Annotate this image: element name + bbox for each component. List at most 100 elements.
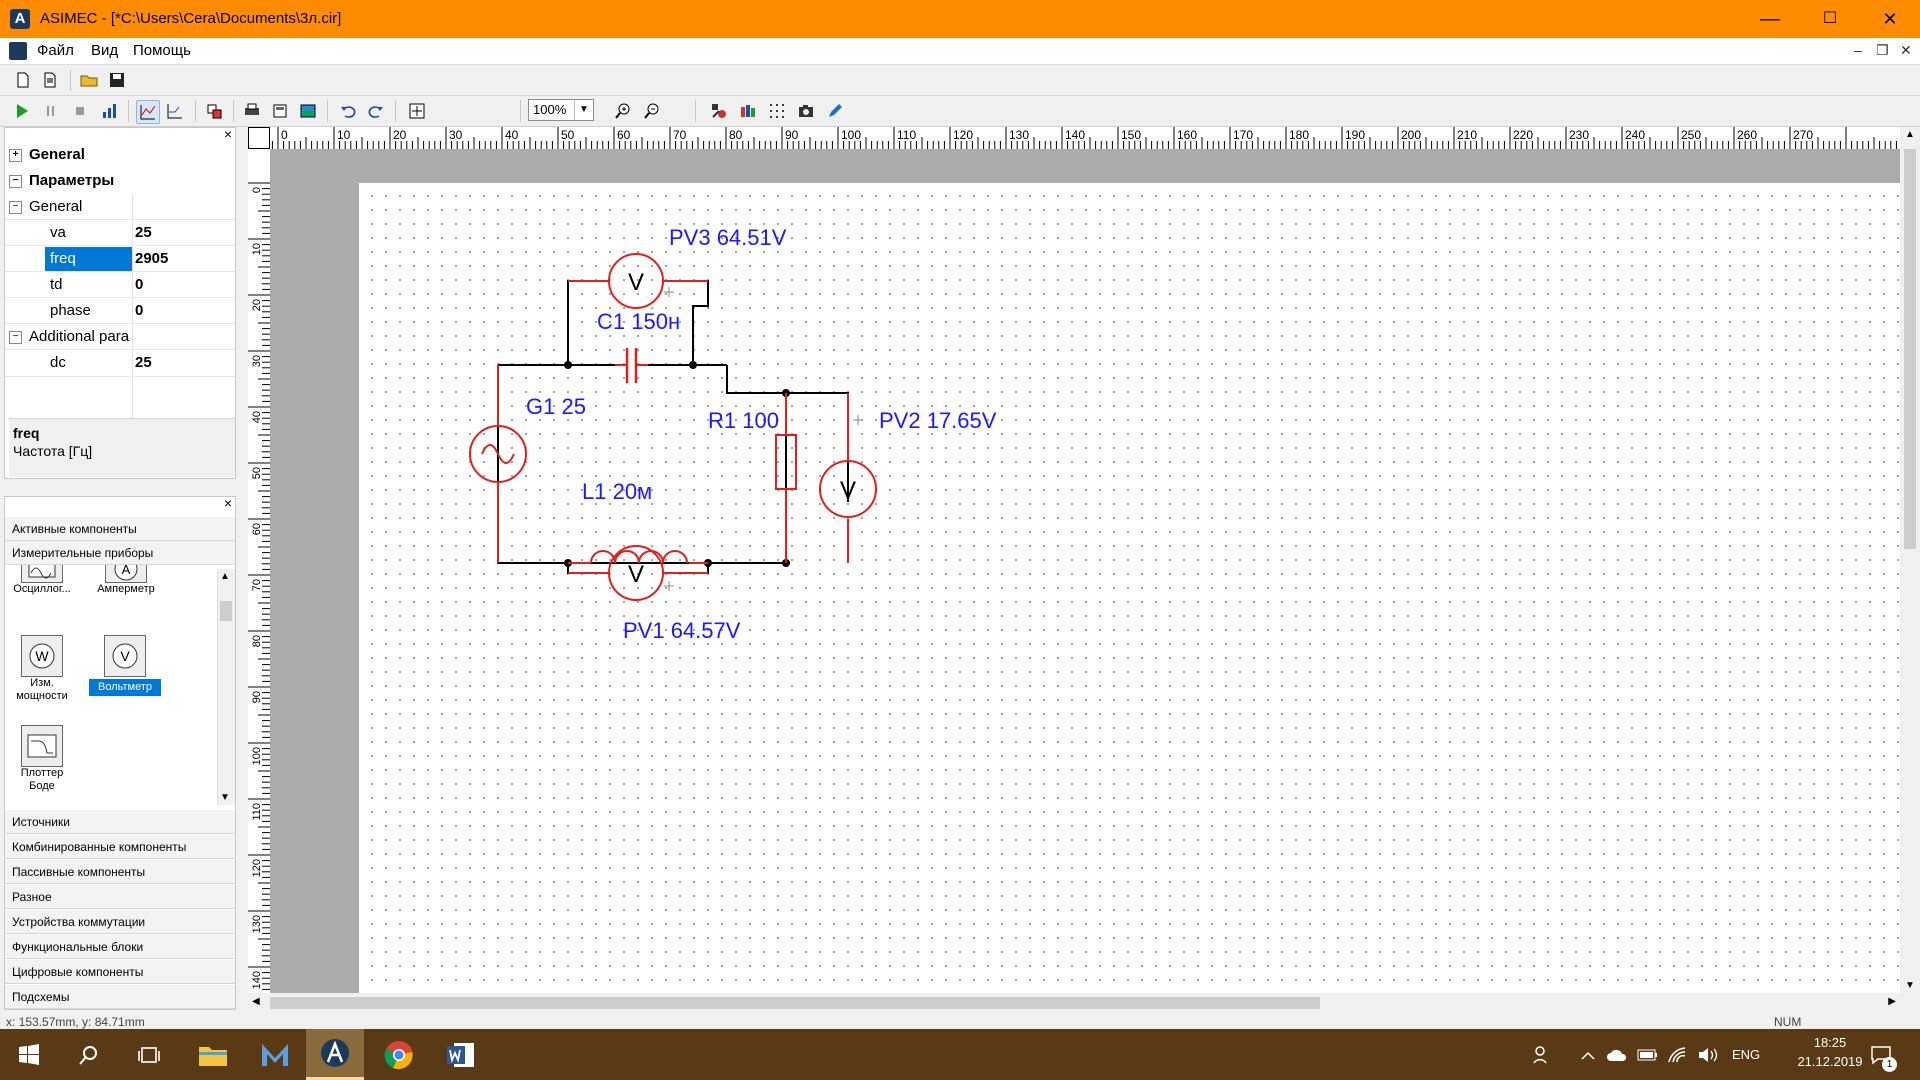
- menu-file[interactable]: Файл: [37, 42, 74, 59]
- scroll-down-icon[interactable]: ▼: [1905, 980, 1915, 991]
- volume-icon[interactable]: [1697, 1029, 1719, 1080]
- taskbar-explorer[interactable]: [184, 1029, 242, 1080]
- param-value[interactable]: 0: [135, 276, 143, 293]
- taskbar-mathcad[interactable]: [246, 1029, 304, 1080]
- scroll-up-icon[interactable]: ▲: [220, 571, 230, 582]
- param-row-va[interactable]: va 25: [5, 220, 235, 246]
- scroll-thumb[interactable]: [1904, 149, 1916, 549]
- pen-tool-button[interactable]: [824, 100, 846, 122]
- subgroup-general[interactable]: − General: [5, 194, 235, 220]
- document-icon[interactable]: [9, 42, 27, 60]
- scroll-thumb[interactable]: [270, 997, 1320, 1009]
- battery-icon[interactable]: [1637, 1029, 1659, 1080]
- cloud-icon[interactable]: [1606, 1029, 1628, 1080]
- capacitor-c1[interactable]: [615, 348, 648, 383]
- collapse-icon[interactable]: −: [9, 331, 22, 344]
- param-value[interactable]: 25: [135, 224, 152, 241]
- menu-help[interactable]: Помощь: [133, 42, 191, 59]
- taskbar-chrome[interactable]: [370, 1029, 428, 1080]
- grid-toggle-button[interactable]: [766, 100, 788, 122]
- collapse-icon[interactable]: −: [9, 175, 22, 188]
- param-row-td[interactable]: td 0: [5, 272, 235, 298]
- graph-button[interactable]: [136, 100, 160, 124]
- task-view-button[interactable]: [120, 1029, 178, 1080]
- param-row-freq[interactable]: freq 2905: [5, 246, 235, 272]
- close-button[interactable]: ✕: [1860, 0, 1920, 38]
- clock[interactable]: 18:25 21.12.2019: [1780, 1035, 1880, 1069]
- start-button[interactable]: [0, 1029, 58, 1080]
- undo-button[interactable]: [337, 100, 359, 122]
- category-active[interactable]: Активные компоненты: [5, 517, 235, 541]
- category-misc[interactable]: Разное: [5, 885, 235, 909]
- notification-center-button[interactable]: 1: [1870, 1029, 1897, 1080]
- components-button[interactable]: [737, 100, 759, 122]
- param-row-dc[interactable]: dc 25: [5, 350, 235, 376]
- stop-button[interactable]: [69, 100, 91, 122]
- properties-tool-button[interactable]: [708, 100, 730, 122]
- category-function-blocks[interactable]: Функциональные блоки: [5, 935, 235, 959]
- palette-close-button[interactable]: ×: [224, 495, 232, 511]
- run-button[interactable]: [11, 100, 33, 122]
- minimize-button[interactable]: —: [1740, 0, 1800, 38]
- param-value[interactable]: 25: [135, 354, 152, 371]
- component-oscilloscope[interactable]: Осциллог...: [11, 565, 73, 596]
- taskbar-word[interactable]: [432, 1029, 490, 1080]
- new-template-button[interactable]: [39, 69, 61, 91]
- new-file-button[interactable]: [12, 69, 34, 91]
- mdi-minimize-button[interactable]: ‒: [1854, 42, 1862, 58]
- export-button[interactable]: [297, 100, 319, 122]
- param-value[interactable]: 0: [135, 302, 143, 319]
- zoom-in-button[interactable]: [612, 100, 634, 122]
- taskbar-asimec[interactable]: [306, 1029, 364, 1080]
- component-ammeter[interactable]: A Амперметр: [95, 565, 157, 596]
- mdi-restore-button[interactable]: ❐: [1876, 42, 1889, 59]
- fit-to-page-button[interactable]: [406, 100, 428, 122]
- people-icon[interactable]: [1532, 1029, 1552, 1080]
- properties-close-button[interactable]: ×: [224, 126, 232, 142]
- category-combined[interactable]: Комбинированные компоненты: [5, 835, 235, 859]
- component-voltmeter[interactable]: V Вольтметр: [89, 635, 161, 696]
- category-digital[interactable]: Цифровые компоненты: [5, 960, 235, 984]
- pause-button[interactable]: [40, 100, 62, 122]
- maximize-button[interactable]: ☐: [1800, 0, 1860, 38]
- category-measuring[interactable]: Измерительные приборы: [5, 541, 235, 565]
- category-passive[interactable]: Пассивные компоненты: [5, 860, 235, 884]
- palette-scrollbar[interactable]: ▲ ▼: [217, 569, 235, 805]
- vertical-scrollbar[interactable]: ▲ ▼: [1900, 127, 1920, 993]
- component-bode-plotter[interactable]: Плоттер Боде: [11, 725, 73, 793]
- scroll-left-icon[interactable]: ◀: [252, 996, 260, 1007]
- expand-icon[interactable]: +: [9, 149, 22, 162]
- group-general[interactable]: + General: [5, 142, 235, 168]
- chevron-down-icon[interactable]: ▼: [574, 100, 593, 120]
- mdi-close-button[interactable]: ✕: [1900, 42, 1912, 59]
- schematic-sheet[interactable]: V V V PV3 64.51V C1 150н G1 25 R1 100 PV…: [359, 183, 1900, 1033]
- param-row-phase[interactable]: phase 0: [5, 298, 235, 324]
- bar-chart-button[interactable]: [98, 100, 120, 122]
- category-switching[interactable]: Устройства коммутации: [5, 910, 235, 934]
- chevron-up-icon[interactable]: [1580, 1029, 1596, 1080]
- scroll-up-icon[interactable]: ▲: [1905, 129, 1915, 140]
- param-value[interactable]: 2905: [135, 250, 168, 267]
- screenshot-button[interactable]: [795, 100, 817, 122]
- category-subcircuits[interactable]: Подсхемы: [5, 985, 235, 1009]
- analysis-button[interactable]: [164, 100, 186, 122]
- group-parameters[interactable]: − Параметры: [5, 168, 235, 194]
- component-tool-button[interactable]: [203, 100, 225, 122]
- scroll-down-icon[interactable]: ▼: [220, 792, 230, 803]
- open-button[interactable]: [78, 69, 100, 91]
- horizontal-scrollbar[interactable]: ◀ ▶: [248, 993, 1900, 1013]
- print-preview-button[interactable]: [269, 100, 291, 122]
- redo-button[interactable]: [365, 100, 387, 122]
- scroll-right-icon[interactable]: ▶: [1888, 996, 1896, 1007]
- subgroup-additional[interactable]: − Additional para: [5, 324, 235, 350]
- search-button[interactable]: [60, 1029, 118, 1080]
- category-sources[interactable]: Источники: [5, 810, 235, 834]
- menu-view[interactable]: Вид: [91, 42, 118, 59]
- language-indicator[interactable]: ENG: [1732, 1029, 1760, 1080]
- scroll-thumb[interactable]: [220, 601, 232, 621]
- wifi-icon[interactable]: [1667, 1029, 1689, 1080]
- print-button[interactable]: [241, 100, 263, 122]
- zoom-out-button[interactable]: [641, 100, 663, 122]
- component-wattmeter[interactable]: W Изм. мощности: [11, 635, 73, 703]
- zoom-select[interactable]: 100% ▼: [528, 99, 594, 121]
